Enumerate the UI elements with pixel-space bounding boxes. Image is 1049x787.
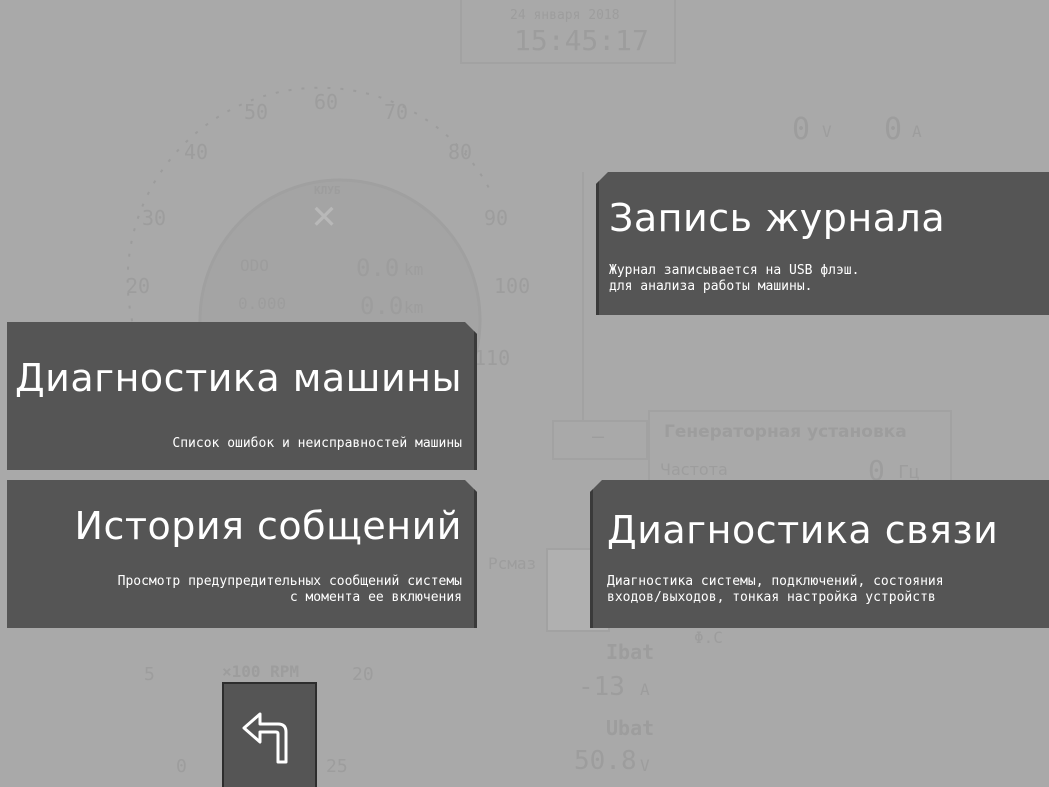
gauge-tick-110: 110: [474, 346, 511, 370]
gauge-tick-30: 30: [142, 206, 167, 230]
gauge-tick-50: 50: [244, 100, 269, 124]
voltage-value: 0: [792, 112, 811, 147]
history-desc-line2: с момента ее включения: [289, 590, 462, 605]
ubat-unit: V: [640, 756, 650, 775]
diag-machine-panel[interactable]: Диагностика машины Список ошибок и неисп…: [7, 322, 477, 470]
klub-cross-icon: ✕: [312, 192, 337, 238]
history-desc-line1: Просмотр предупредительных сообщений сис…: [117, 574, 462, 589]
odo-value: 0.0: [356, 254, 400, 282]
gauge-tick-40: 40: [184, 140, 209, 164]
ibat-value: -13: [578, 672, 625, 702]
history-title: История собщений: [74, 504, 462, 548]
journal-desc-line2: для анализа работы машины.: [609, 279, 813, 294]
current-unit: A: [912, 122, 922, 141]
diag-link-desc-line1: Диагностика системы, подключений, состоя…: [607, 574, 944, 589]
trip-value: 0.0: [360, 292, 404, 320]
gauge-tick-20: 20: [126, 274, 151, 298]
odo-unit: km: [404, 260, 424, 279]
odo-label: ODO: [240, 256, 269, 275]
trip-unit: km: [404, 298, 424, 317]
journal-panel[interactable]: Запись журнала Журнал записывается на US…: [596, 172, 1049, 315]
rpm-tick-0: 0: [176, 756, 187, 777]
current-value: 0: [884, 112, 903, 147]
ibat-unit: A: [640, 680, 650, 699]
diag-link-desc-line2: входов/выходов, тонкая настройка устройс…: [607, 590, 936, 605]
generator-title: Генераторная установка: [664, 422, 907, 442]
ubat-label: Ubat: [606, 716, 655, 740]
pcmaz-label: Pсмаз: [488, 554, 537, 573]
journal-title: Запись журнала: [609, 196, 946, 240]
voltage-unit: V: [822, 122, 832, 141]
gauge-tick-60: 60: [314, 90, 339, 114]
clock-time: 15:45:17: [514, 24, 649, 57]
ubat-value: 50.8: [574, 746, 637, 776]
history-panel[interactable]: История собщений Просмотр предупредитель…: [7, 480, 477, 628]
rpm-tick-25: 25: [326, 756, 348, 777]
gauge-tick-90: 90: [484, 206, 509, 230]
diag-link-title: Диагностика связи: [607, 508, 999, 552]
trip-label: 0.000: [238, 294, 287, 313]
clock-date: 24 января 2018: [510, 8, 620, 23]
scale-marker-dash: —: [592, 424, 605, 448]
gauge-tick-100: 100: [494, 274, 531, 298]
gauge-tick-70: 70: [384, 100, 409, 124]
diag-link-panel[interactable]: Диагностика связи Диагностика системы, п…: [590, 480, 1049, 628]
diag-machine-title: Диагностика машины: [14, 356, 462, 400]
scale-rail: [572, 172, 584, 422]
rpm-tick-5: 5: [144, 664, 155, 685]
ibat-label: Ibat: [606, 640, 655, 664]
rpm-label: ×100 RPM: [222, 662, 300, 681]
generator-freq-label: Частота: [660, 460, 728, 479]
generator-freq-unit: Гц: [898, 462, 920, 483]
back-arrow-icon: [242, 712, 287, 763]
rpm-tick-20: 20: [352, 664, 374, 685]
generator-phi-label: Φ.С: [694, 628, 723, 647]
back-button[interactable]: [222, 682, 317, 787]
diag-machine-desc: Список ошибок и неисправностей машины: [172, 436, 462, 451]
journal-desc-line1: Журнал записывается на USB флэш.: [609, 263, 860, 278]
gauge-tick-80: 80: [448, 140, 473, 164]
